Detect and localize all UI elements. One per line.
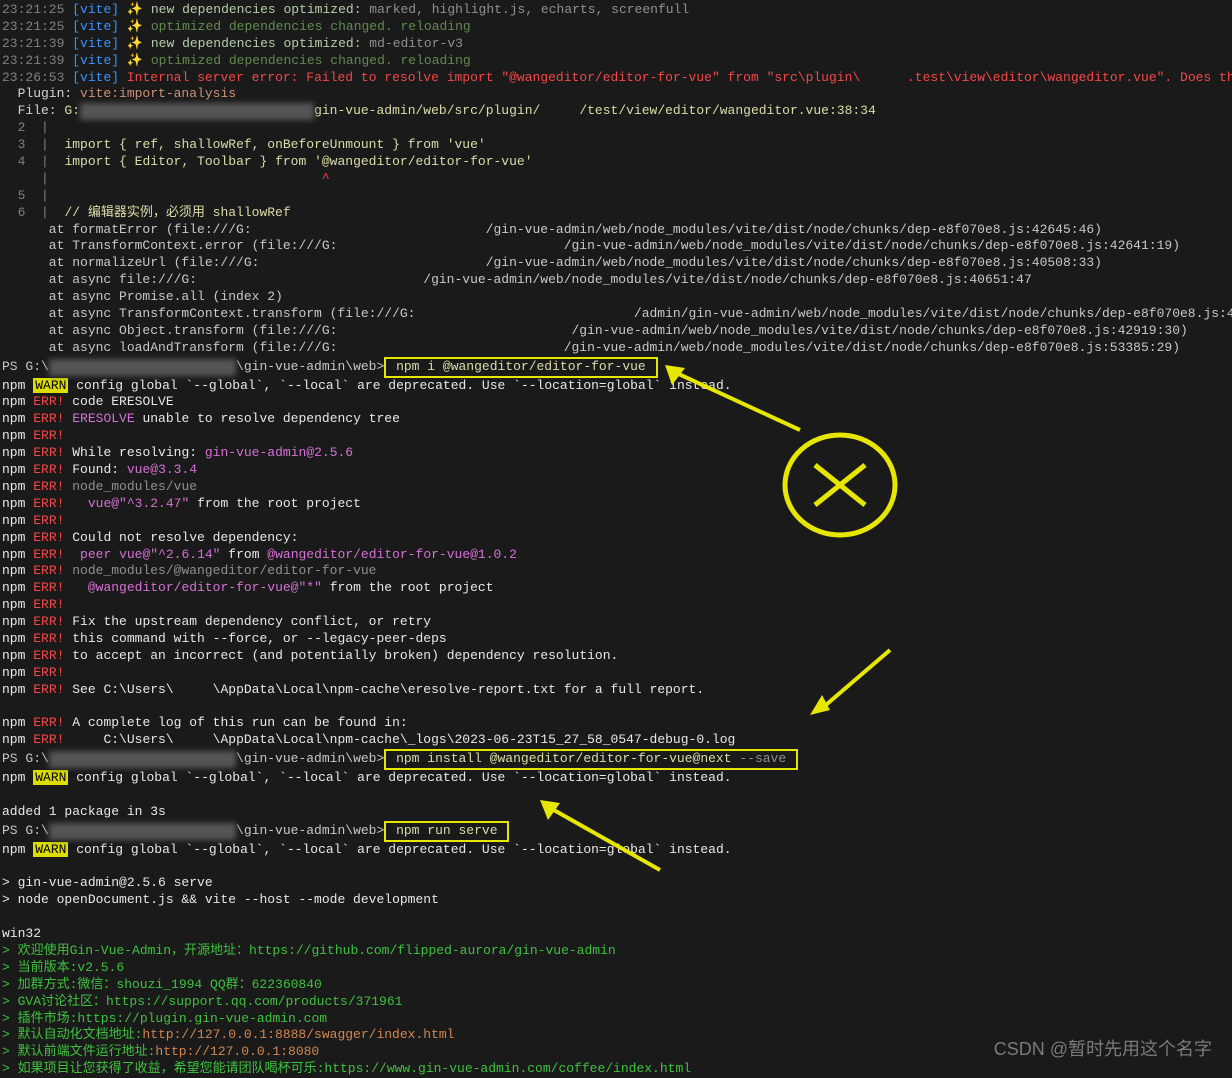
serve-line: > node openDocument.js && vite --host --… <box>2 892 1230 909</box>
prompt-line: PS G:\xxxxxxxxxxxxxxxxxxxxxxxx\gin-vue-a… <box>2 821 1230 842</box>
code-line: 2 | <box>2 120 1230 137</box>
stack-line: at async file:///G: /gin-vue-admin/web/n… <box>2 272 1230 289</box>
npm-err-line: npm ERR! peer vue@"^2.6.14" from @wanged… <box>2 547 1230 564</box>
npm-err-line: npm ERR! <box>2 597 1230 614</box>
info-line: > 加群方式:微信：shouzi_1994 QQ群：622360840 <box>2 977 1230 994</box>
code-line: 6 | // 编辑器实例，必须用 shallowRef <box>2 205 1230 222</box>
stack-line: at async Object.transform (file:///G: /g… <box>2 323 1230 340</box>
npm-err-line: npm ERR! <box>2 513 1230 530</box>
log-line: 23:21:25 [vite] ✨ optimized dependencies… <box>2 19 1230 36</box>
added-line: added 1 package in 3s <box>2 804 1230 821</box>
npm-err-line: npm ERR! this command with --force, or -… <box>2 631 1230 648</box>
stack-line: at async Promise.all (index 2) <box>2 289 1230 306</box>
prompt-line: PS G:\xxxxxxxxxxxxxxxxxxxxxxxx\gin-vue-a… <box>2 357 1230 378</box>
watermark-text: CSDN @暂时先用这个名字 <box>994 1038 1212 1061</box>
npm-err-line: npm ERR! @wangeditor/editor-for-vue@"*" … <box>2 580 1230 597</box>
file-line: File: G:xxxxxxxxxxxxxxxxxxxxxxxxxxxxxxgi… <box>2 103 1230 120</box>
win32-line: win32 <box>2 926 1230 943</box>
prompt-line: PS G:\xxxxxxxxxxxxxxxxxxxxxxxx\gin-vue-a… <box>2 749 1230 770</box>
plugin-line: Plugin: vite:import-analysis <box>2 86 1230 103</box>
code-line: 3 | import { ref, shallowRef, onBeforeUn… <box>2 137 1230 154</box>
code-line: 5 | <box>2 188 1230 205</box>
stack-line: at async TransformContext.transform (fil… <box>2 306 1230 323</box>
info-line: > 欢迎使用Gin-Vue-Admin，开源地址：https://github.… <box>2 943 1230 960</box>
serve-line: > gin-vue-admin@2.5.6 serve <box>2 875 1230 892</box>
npm-err-line: npm ERR! See C:\Users\ \AppData\Local\np… <box>2 682 1230 699</box>
code-line: 4 | import { Editor, Toolbar } from '@wa… <box>2 154 1230 171</box>
npm-err-line: npm ERR! to accept an incorrect (and pot… <box>2 648 1230 665</box>
npm-err-line: npm ERR! Could not resolve dependency: <box>2 530 1230 547</box>
log-line: 23:21:25 [vite] ✨ new dependencies optim… <box>2 2 1230 19</box>
info-line: > 插件市场:https://plugin.gin-vue-admin.com <box>2 1011 1230 1028</box>
stack-line: at normalizeUrl (file:///G: /gin-vue-adm… <box>2 255 1230 272</box>
stack-line: at TransformContext.error (file:///G: /g… <box>2 238 1230 255</box>
npm-err-line: npm ERR! A complete log of this run can … <box>2 715 1230 732</box>
npm-err-line: npm ERR! ERESOLVE unable to resolve depe… <box>2 411 1230 428</box>
info-line: > 当前版本:v2.5.6 <box>2 960 1230 977</box>
npm-err-line: npm ERR! node_modules/vue <box>2 479 1230 496</box>
npm-err-line: npm ERR! code ERESOLVE <box>2 394 1230 411</box>
info-line: > GVA讨论社区：https://support.qq.com/product… <box>2 994 1230 1011</box>
stack-line: at async loadAndTransform (file:///G: /g… <box>2 340 1230 357</box>
npm-warn: npm WARN config global `--global`, `--lo… <box>2 378 1230 395</box>
stack-line: at formatError (file:///G: /gin-vue-admi… <box>2 222 1230 239</box>
npm-err-line: npm ERR! While resolving: gin-vue-admin@… <box>2 445 1230 462</box>
code-caret: | ^ <box>2 171 1230 188</box>
npm-err-line: npm ERR! node_modules/@wangeditor/editor… <box>2 563 1230 580</box>
npm-err-line: npm ERR! vue@"^3.2.47" from the root pro… <box>2 496 1230 513</box>
log-line: 23:21:39 [vite] ✨ optimized dependencies… <box>2 53 1230 70</box>
npm-err-line <box>2 699 1230 716</box>
info-line: > 如果项目让您获得了收益，希望您能请团队喝杯可乐:https://www.gi… <box>2 1061 1230 1078</box>
npm-err-line: npm ERR! Found: vue@3.3.4 <box>2 462 1230 479</box>
npm-warn: npm WARN config global `--global`, `--lo… <box>2 842 1230 859</box>
npm-err-line: npm ERR! C:\Users\ \AppData\Local\npm-ca… <box>2 732 1230 749</box>
error-line: 23:26:53 [vite] Internal server error: F… <box>2 70 1230 87</box>
npm-warn: npm WARN config global `--global`, `--lo… <box>2 770 1230 787</box>
terminal-output[interactable]: 23:21:25 [vite] ✨ new dependencies optim… <box>2 2 1230 1078</box>
log-line: 23:21:39 [vite] ✨ new dependencies optim… <box>2 36 1230 53</box>
npm-err-line: npm ERR! Fix the upstream dependency con… <box>2 614 1230 631</box>
npm-err-line: npm ERR! <box>2 665 1230 682</box>
npm-err-line: npm ERR! <box>2 428 1230 445</box>
